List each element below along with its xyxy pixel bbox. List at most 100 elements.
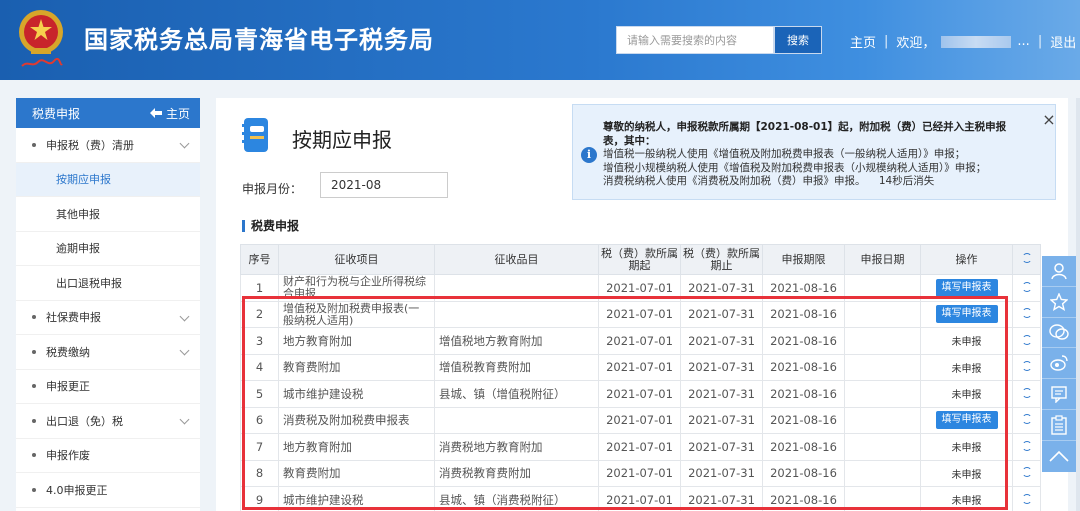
- status-text: 未申报: [951, 390, 982, 402]
- refresh-icon[interactable]: [1021, 361, 1032, 372]
- cell-refresh: [1012, 274, 1041, 302]
- notice-line: 增值税小规模纳税人使用《增值税及附加税费申报表（小规模纳税人适用）》申报；: [603, 161, 987, 174]
- sidebar-home-link[interactable]: 主页: [149, 105, 190, 122]
- search-button[interactable]: 搜索: [774, 26, 822, 54]
- col-header: 操作: [920, 244, 1013, 275]
- table-row: 5 城市维护建设税 县城、镇（增值税附征） 2021-07-01 2021-07-31 2…: [240, 380, 1041, 408]
- sidebar-item-label: 申报更正: [46, 380, 90, 394]
- refresh-icon[interactable]: [1021, 467, 1032, 478]
- search-input[interactable]: [616, 26, 774, 54]
- cell-action: 填写申报表: [920, 406, 1013, 434]
- cell-sub: 消费税教育费附加: [434, 459, 599, 487]
- table-row: 6 消费税及附加税费申报表 2021-07-01 2021-07-31 2021-08-…: [240, 406, 1041, 434]
- sidebar-item[interactable]: 申报税（费）清册: [16, 128, 200, 163]
- refresh-all-cell: [1012, 244, 1041, 275]
- refresh-icon[interactable]: [1021, 440, 1032, 451]
- fill-form-button[interactable]: 填写申报表: [935, 411, 998, 430]
- refresh-icon[interactable]: [1021, 281, 1032, 292]
- cell-end: 2021-07-31: [680, 459, 763, 487]
- cell-start: 2021-07-01: [598, 380, 681, 408]
- close-icon[interactable]: ×: [1041, 112, 1057, 127]
- nav-home-link[interactable]: 主页: [850, 32, 876, 51]
- nav-welcome: 欢迎，: [896, 36, 936, 51]
- sidebar-item[interactable]: 申报作废: [16, 439, 200, 473]
- section-title: 税费申报: [242, 220, 299, 232]
- sidebar-item-label: 出口退税申报: [56, 276, 122, 290]
- period-select[interactable]: 2021-08: [320, 172, 448, 198]
- cell-start: 2021-07-01: [598, 433, 681, 461]
- info-icon: i: [581, 147, 597, 163]
- chevron-down-icon: [179, 311, 190, 321]
- chat-icon[interactable]: [1042, 318, 1076, 349]
- refresh-icon[interactable]: [1021, 334, 1032, 345]
- sidebar-item[interactable]: 按期应申报: [16, 162, 200, 197]
- cell-end: 2021-07-31: [680, 406, 763, 434]
- clipboard-icon[interactable]: [1042, 410, 1076, 441]
- cell-no: 4: [240, 353, 279, 381]
- sidebar-item[interactable]: 出口退税申报: [16, 266, 200, 301]
- cell-deadline: 2021-08-16: [762, 433, 845, 461]
- sidebar-item-label: 逾期申报: [56, 242, 100, 256]
- cell-date: [844, 353, 921, 381]
- cell-sub: 县城、镇（消费税附征）: [434, 486, 599, 511]
- chevron-down-icon: [179, 345, 190, 356]
- cell-end: 2021-07-31: [680, 486, 763, 511]
- cell-date: [844, 486, 921, 511]
- table-body: 1 财产和行为税与企业所得税综合申报 2021-07-01 2021-07-31 202…: [240, 274, 1041, 511]
- table-row: 3 地方教育附加 增值税地方教育附加 2021-07-01 2021-07-31 2021…: [240, 327, 1041, 355]
- declaration-table: 序号 征收项目 征收品目 税（费）款所属期起 税（费）款所属期止 申报期限 申报…: [240, 244, 1041, 511]
- status-text: 未申报: [951, 496, 982, 508]
- cell-action: 未申报: [920, 327, 1013, 355]
- cell-sub: [434, 274, 599, 302]
- fill-form-button[interactable]: 填写申报表: [935, 305, 998, 324]
- cell-action: 未申报: [920, 353, 1013, 381]
- message-icon[interactable]: [1042, 379, 1076, 410]
- cell-date: [844, 380, 921, 408]
- scroll-track[interactable]: [1076, 98, 1080, 511]
- sidebar-item[interactable]: 4.0申报更正: [16, 473, 200, 508]
- sidebar-item-label: 税费缴纳: [46, 345, 90, 359]
- cell-refresh: [1012, 459, 1041, 487]
- col-header: 申报期限: [762, 244, 845, 275]
- notice-line: 增值税一般纳税人使用《增值税及附加税费申报表（一般纳税人适用）》申报；: [603, 148, 966, 160]
- period-label: 申报月份：: [242, 182, 303, 196]
- user-icon[interactable]: [1042, 256, 1076, 287]
- status-text: 未申报: [951, 443, 982, 455]
- sidebar-item[interactable]: 社保费申报: [16, 301, 200, 335]
- cell-sub: [434, 300, 599, 328]
- nav-separator: |: [884, 34, 889, 49]
- cell-no: 5: [240, 380, 279, 408]
- up-arrow-icon[interactable]: [1042, 441, 1076, 472]
- table-row: 2 增值税及附加税费申报表(一般纳税人适用) 2021-07-01 2021-07-3…: [240, 300, 1041, 328]
- cell-sub: 县城、镇（增值税附征）: [434, 380, 599, 408]
- cell-deadline: 2021-08-16: [762, 486, 845, 511]
- cell-no: 2: [240, 300, 279, 328]
- sidebar-item[interactable]: 申报更正: [16, 370, 200, 404]
- refresh-icon[interactable]: [1021, 414, 1032, 425]
- refresh-icon[interactable]: [1021, 493, 1032, 504]
- cell-no: 1: [240, 274, 279, 302]
- nav-logout-link[interactable]: 退出: [1050, 32, 1076, 51]
- header-bar: 国家税务总局青海省电子税务局 搜索 主页 | 欢迎， ... | 退出: [0, 0, 1080, 80]
- cell-refresh: [1012, 300, 1041, 328]
- fill-form-button[interactable]: 填写申报表: [935, 278, 998, 297]
- sidebar-item-label: 其他申报: [56, 207, 100, 221]
- sidebar-item[interactable]: 税费缴纳: [16, 335, 200, 370]
- floating-toolbar: [1042, 256, 1076, 472]
- tax-emblem-icon: [19, 10, 63, 54]
- refresh-icon[interactable]: [1021, 387, 1032, 398]
- notice-countdown: 14秒后消失: [878, 175, 935, 187]
- bullet-icon: [32, 487, 36, 492]
- cell-deadline: 2021-08-16: [762, 274, 845, 302]
- sidebar-item[interactable]: 出口退（免）税: [16, 404, 200, 439]
- weibo-icon[interactable]: [1042, 348, 1076, 380]
- bullet-icon: [32, 418, 36, 423]
- table-row: 8 教育费附加 消费税教育费附加 2021-07-01 2021-07-31 2021-0…: [240, 459, 1041, 487]
- sidebar-item[interactable]: 逾期申报: [16, 232, 200, 266]
- sidebar-item[interactable]: 其他申报: [16, 197, 200, 232]
- refresh-icon[interactable]: [1021, 253, 1032, 263]
- bullet-icon: [32, 453, 36, 458]
- refresh-icon[interactable]: [1021, 308, 1032, 319]
- cell-refresh: [1012, 327, 1041, 355]
- star-icon[interactable]: [1042, 287, 1076, 318]
